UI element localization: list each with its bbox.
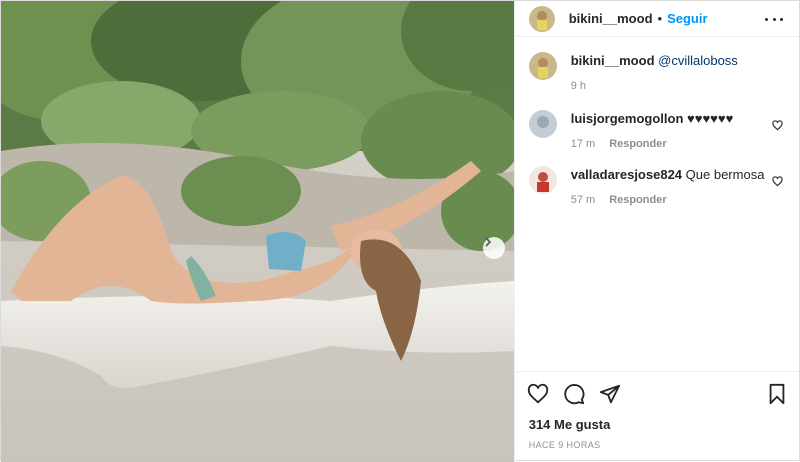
- more-options-icon[interactable]: [765, 10, 783, 28]
- reply-button[interactable]: Responder: [609, 138, 666, 150]
- reply-button[interactable]: Responder: [609, 194, 666, 206]
- profile-avatar-image: [528, 166, 557, 194]
- comment-username[interactable]: luisjorgemogollon: [571, 111, 684, 126]
- follow-button[interactable]: Seguir: [667, 11, 707, 26]
- caption-username[interactable]: bikini__mood: [571, 53, 655, 68]
- comments-section: bikini__mood @cvillaloboss 9 h luisjorge…: [515, 37, 799, 371]
- instagram-post: bikini__mood • Seguir bikini__mood @cvil…: [0, 0, 800, 462]
- comment-time[interactable]: 57 m: [571, 194, 595, 206]
- caption: bikini__mood @cvillaloboss 9 h: [528, 52, 785, 92]
- post-sidebar: bikini__mood • Seguir bikini__mood @cvil…: [513, 1, 799, 462]
- post-photo[interactable]: [1, 1, 514, 462]
- comment-content: ♥♥♥♥♥♥: [687, 111, 734, 126]
- chevron-right-icon: [485, 237, 492, 247]
- comment-text: valladaresjose824 Que bermosa: [571, 166, 765, 184]
- action-bar: [514, 371, 799, 415]
- caption-body: bikini__mood @cvillaloboss 9 h: [571, 52, 738, 92]
- caption-mention[interactable]: @cvillaloboss: [658, 53, 738, 68]
- caption-time[interactable]: 9 h: [571, 80, 586, 92]
- post-username[interactable]: bikini__mood: [569, 11, 653, 26]
- next-photo-button[interactable]: [483, 237, 505, 259]
- comment-item: luisjorgemogollon ♥♥♥♥♥♥ 17 m Responder: [528, 110, 785, 150]
- avatar[interactable]: [528, 52, 557, 80]
- post-header: bikini__mood • Seguir: [514, 1, 799, 37]
- comment-icon[interactable]: [563, 383, 585, 405]
- likes-count[interactable]: 314 Me gusta: [515, 417, 799, 432]
- heart-icon[interactable]: [527, 383, 549, 405]
- heart-icon[interactable]: [772, 176, 783, 187]
- bookmark-icon[interactable]: [767, 383, 787, 405]
- comment-meta: 17 m Responder: [571, 138, 734, 150]
- comment-content: Que bermosa: [685, 167, 765, 182]
- separator-dot: •: [657, 11, 663, 26]
- share-icon[interactable]: [599, 383, 621, 405]
- avatar[interactable]: [528, 5, 555, 32]
- heart-icon[interactable]: [772, 120, 783, 131]
- profile-avatar-image: [528, 110, 557, 138]
- comment-meta: 57 m Responder: [571, 194, 765, 206]
- avatar[interactable]: [528, 110, 557, 138]
- comment-body: luisjorgemogollon ♥♥♥♥♥♥ 17 m Responder: [571, 110, 734, 150]
- caption-meta: 9 h: [571, 80, 738, 92]
- profile-avatar-image: [528, 52, 557, 80]
- comment-text: luisjorgemogollon ♥♥♥♥♥♥: [571, 110, 734, 128]
- comment-username[interactable]: valladaresjose824: [571, 167, 682, 182]
- beach-photo-illustration: [1, 1, 514, 462]
- comment-time[interactable]: 17 m: [571, 138, 595, 150]
- avatar[interactable]: [528, 166, 557, 194]
- comment-body: valladaresjose824 Que bermosa 57 m Respo…: [571, 166, 765, 206]
- post-timestamp: HACE 9 HORAS: [528, 440, 601, 450]
- caption-text: bikini__mood @cvillaloboss: [571, 52, 738, 70]
- profile-avatar-image: [528, 5, 555, 32]
- comment-item: valladaresjose824 Que bermosa 57 m Respo…: [528, 166, 785, 206]
